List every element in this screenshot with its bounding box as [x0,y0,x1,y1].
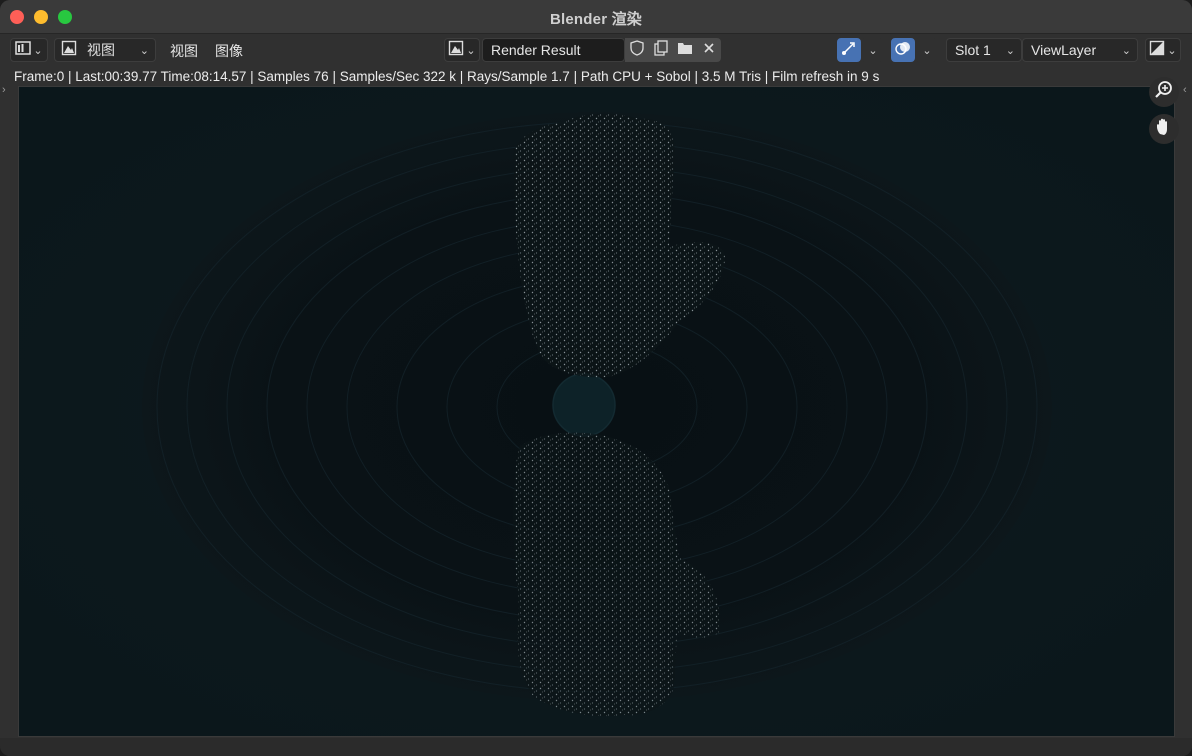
close-icon [703,41,715,59]
image-icon [61,40,77,61]
image-editor-icon [15,40,32,61]
status-bar [0,738,1192,756]
editor-type-button[interactable]: ⌄ [10,38,48,62]
slot-dropdown[interactable]: Slot 1 ⌄ [946,38,1022,62]
shield-icon [630,39,644,61]
new-image-icon [653,39,669,61]
browse-image-button[interactable]: ⌄ [444,38,480,62]
pan-button[interactable] [1149,114,1179,144]
hand-icon [1154,117,1174,142]
blender-window: Blender 渲染 ⌄ 视图 ⌄ 视图 图像 ⌄ Render Result … [0,0,1192,756]
new-image-button[interactable] [649,38,673,62]
menu-image[interactable]: 图像 [215,41,243,61]
gizmo-icon [841,40,857,61]
channels-icon [1149,40,1165,61]
image-icon [448,40,464,61]
render-stats: Frame:0 | Last:00:39.77 Time:08:14.57 | … [14,69,880,84]
render-viewport[interactable] [18,86,1175,737]
image-editor-header: ⌄ 视图 ⌄ 视图 图像 ⌄ Render Result ⌄ ⌄ Slot 1 … [0,34,1192,66]
overlays-dropdown[interactable]: ⌄ [915,38,937,62]
unlink-image-button[interactable] [697,38,721,62]
overlays-icon [895,40,911,61]
view-layer-dropdown[interactable]: ViewLayer ⌄ [1022,38,1138,62]
image-name-field[interactable]: Render Result [482,38,625,62]
toolbar-expand-arrow[interactable]: › [2,84,6,96]
folder-icon [677,41,693,60]
chevron-down-icon: ⌄ [1121,45,1131,57]
chevron-down-icon: ⌄ [1005,45,1015,57]
show-overlays-toggle[interactable] [891,38,915,62]
view-mode-dropdown[interactable]: 视图 ⌄ [54,38,156,62]
chevron-down-icon: ⌄ [868,44,878,57]
view-layer-label: ViewLayer [1031,42,1097,58]
display-channels-button[interactable]: ⌄ [1145,38,1181,62]
chevron-down-icon: ⌄ [922,44,932,57]
window-title: Blender 渲染 [549,11,642,28]
chevron-down-icon: ⌄ [1167,44,1177,57]
title-bar: Blender 渲染 [0,0,1192,34]
render-result-image [19,87,1174,736]
menu-view[interactable]: 视图 [170,41,198,61]
show-gizmo-toggle[interactable] [837,38,861,62]
chevron-down-icon: ⌄ [466,44,476,57]
slot-label: Slot 1 [955,42,991,58]
zoom-icon [1154,80,1174,105]
sidebar-expand-arrow[interactable]: ‹ [1183,84,1187,96]
chevron-down-icon: ⌄ [33,44,43,57]
gizmo-dropdown[interactable]: ⌄ [861,38,883,62]
zoom-button[interactable] [1149,77,1179,107]
open-image-button[interactable] [673,38,697,62]
fake-user-button[interactable] [625,38,649,62]
chevron-down-icon: ⌄ [139,44,149,57]
view-mode-label: 视图 [87,42,115,58]
